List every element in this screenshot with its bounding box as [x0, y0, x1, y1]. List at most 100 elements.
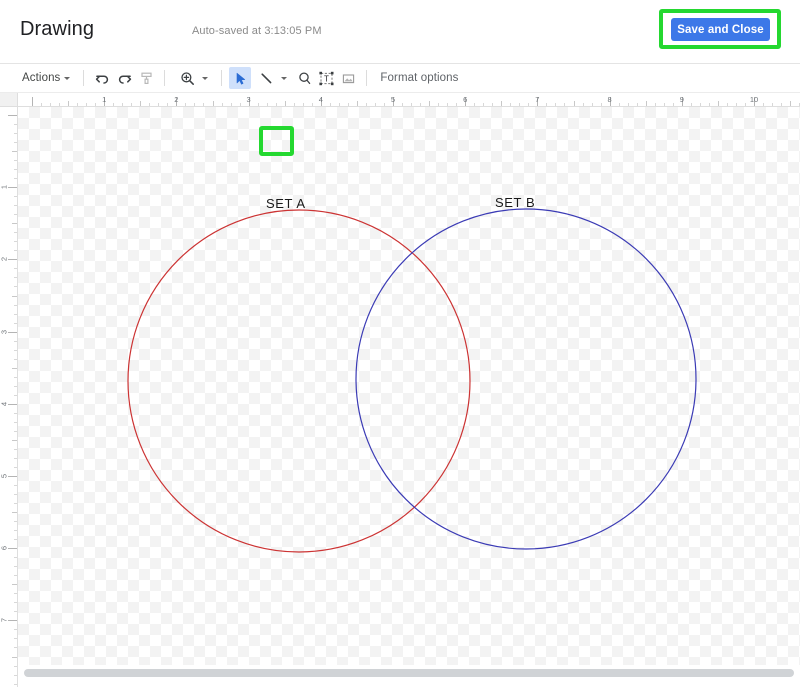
ruler-number: 2 [174, 95, 179, 104]
ruler-tick [14, 178, 17, 180]
venn-label-set-b[interactable]: SET B [495, 195, 535, 210]
ruler-tick [582, 103, 584, 106]
ruler-tick [456, 103, 458, 106]
ruler-tick [14, 557, 17, 559]
actions-menu-button[interactable]: Actions [18, 67, 74, 89]
ruler-tick [12, 439, 17, 441]
ruler-tick [402, 103, 404, 106]
set-b-circle[interactable] [355, 208, 697, 550]
paint-format-icon[interactable] [135, 67, 157, 89]
ruler-tick [59, 103, 61, 106]
ruler-tick [356, 101, 358, 106]
vertical-ruler[interactable]: 1 2 3 4 5 6 7 [0, 107, 18, 687]
ruler-tick [411, 103, 413, 106]
ruler-tick [14, 665, 17, 667]
ruler-tick [14, 566, 17, 568]
text-box-icon[interactable]: T [315, 67, 337, 89]
ruler-tick [772, 103, 774, 106]
ruler-tick [645, 101, 647, 106]
horizontal-ruler-row: 1 2 3 4 5 6 7 8 9 10 [0, 93, 800, 107]
ruler-tick [8, 115, 17, 116]
editor-header: Drawing Auto-saved at 3:13:05 PM Save an… [0, 0, 800, 64]
ruler-tick [14, 160, 17, 162]
select-arrow-icon[interactable] [229, 67, 252, 89]
format-options-button[interactable]: Format options [380, 72, 458, 84]
ruler-tick [726, 103, 728, 106]
ruler-tick [14, 647, 17, 649]
ruler-tick [420, 103, 422, 106]
ruler-tick [763, 103, 765, 106]
undo-icon[interactable] [91, 67, 113, 89]
drawing-toolbar: Actions T Format options [0, 64, 800, 156]
ruler-tick [14, 124, 17, 126]
ruler-tick [14, 142, 17, 144]
ruler-tick [140, 101, 142, 106]
ruler-tick [14, 214, 17, 216]
ruler-tick [194, 103, 196, 106]
ruler-tick [8, 403, 17, 405]
ruler-tick [14, 539, 17, 541]
ruler-tick [68, 101, 70, 106]
ruler-tick [158, 103, 160, 106]
ruler-tick [12, 656, 17, 658]
ruler-tick [447, 103, 449, 106]
horizontal-ruler[interactable]: 1 2 3 4 5 6 7 8 9 10 [18, 93, 800, 107]
ruler-tick [302, 103, 304, 106]
venn-label-set-a[interactable]: SET A [266, 196, 306, 211]
ruler-tick [311, 103, 313, 106]
ruler-tick [12, 512, 17, 514]
ruler-tick [77, 103, 79, 106]
ruler-tick [654, 103, 656, 106]
image-icon[interactable] [337, 67, 359, 89]
shape-icon[interactable] [293, 67, 315, 89]
ruler-number: 1 [102, 95, 107, 104]
ruler-tick [14, 394, 17, 396]
horizontal-scrollbar-thumb[interactable] [23, 669, 795, 677]
redo-icon[interactable] [113, 67, 135, 89]
ruler-tick [14, 611, 17, 613]
ruler-tick [221, 103, 223, 106]
save-and-close-button[interactable]: Save and Close [671, 18, 770, 41]
ruler-tick [546, 103, 548, 106]
ruler-tick [32, 97, 33, 106]
save-and-close-area: Save and Close [659, 9, 781, 49]
ruler-tick [14, 530, 17, 532]
drawing-canvas[interactable]: SET A SET B [18, 107, 800, 665]
ruler-number: 6 [463, 95, 468, 104]
ruler-tick [591, 103, 593, 106]
horizontal-scrollbar[interactable] [18, 665, 800, 681]
ruler-tick [717, 101, 719, 106]
ruler-tick [12, 367, 17, 369]
ruler-tick [14, 430, 17, 432]
ruler-number: 10 [749, 95, 759, 104]
set-a-circle[interactable] [127, 209, 471, 553]
ruler-tick [14, 196, 17, 198]
ruler-tick [374, 103, 376, 106]
ruler-tick [8, 620, 17, 622]
ruler-tick [131, 103, 133, 106]
ruler-tick [14, 385, 17, 387]
ruler-tick [14, 575, 17, 577]
ruler-tick [266, 103, 268, 106]
ruler-tick [790, 101, 792, 106]
zoom-in-icon [176, 67, 198, 89]
ruler-tick [492, 103, 494, 106]
chevron-down-icon [202, 76, 209, 80]
chevron-down-icon [281, 76, 288, 80]
ruler-tick [284, 101, 286, 106]
ruler-tick [8, 476, 17, 477]
ruler-tick [14, 232, 17, 234]
ruler-number: 7 [0, 618, 9, 623]
zoom-tool-button[interactable] [172, 67, 212, 89]
ruler-tick [14, 322, 17, 324]
canvas-row: 1 2 3 4 5 6 7 SET A SET B [0, 107, 800, 687]
line-tool-button[interactable] [251, 67, 291, 89]
ruler-tick [14, 313, 17, 315]
svg-text:T: T [324, 74, 329, 83]
ruler-number: 3 [0, 329, 9, 334]
ruler-tick [564, 103, 566, 106]
ruler-tick [8, 548, 17, 550]
ruler-tick [14, 494, 17, 496]
ruler-tick [14, 674, 17, 676]
ruler-tick [12, 223, 17, 225]
